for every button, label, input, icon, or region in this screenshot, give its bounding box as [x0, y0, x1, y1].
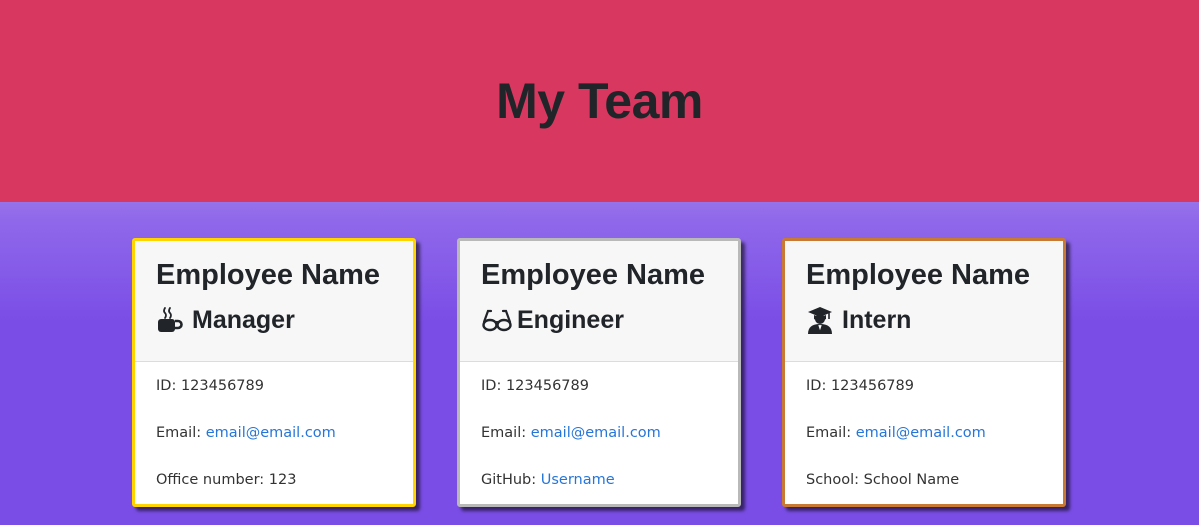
school-label: School:: [806, 472, 860, 488]
id-row: ID: 123456789: [806, 376, 1042, 423]
id-row: ID: 123456789: [481, 376, 717, 423]
engineer-card: Employee Name Engineer ID: 123456789 Ema…: [457, 238, 741, 507]
office-number-value: 123: [268, 472, 297, 488]
school-row: School: School Name: [806, 470, 1042, 504]
office-number-row: Office number: 123: [156, 470, 392, 504]
team-cards: Employee Name Manager ID: 123456789 Emai…: [0, 202, 1199, 525]
coffee-mug-icon: [156, 306, 184, 334]
role-line: Intern: [806, 303, 1042, 337]
intern-card: Employee Name Intern ID: 123456789 Email…: [782, 238, 1066, 507]
email-row: Email: email@email.com: [481, 423, 717, 470]
id-label: ID:: [806, 378, 827, 394]
card-header: Employee Name Engineer: [460, 241, 738, 362]
manager-card: Employee Name Manager ID: 123456789 Emai…: [132, 238, 416, 507]
email-row: Email: email@email.com: [156, 423, 392, 470]
id-value: 123456789: [830, 378, 914, 394]
role-line: Manager: [156, 303, 392, 337]
role-line: Engineer: [481, 303, 717, 337]
id-label: ID:: [481, 378, 502, 394]
email-link[interactable]: email@email.com: [206, 425, 336, 441]
graduate-icon: [806, 306, 834, 334]
office-number-label: Office number:: [156, 472, 265, 488]
card-body: ID: 123456789 Email: email@email.com Git…: [460, 362, 738, 504]
id-label: ID:: [156, 378, 177, 394]
id-value: 123456789: [180, 378, 264, 394]
github-link[interactable]: Username: [541, 472, 615, 488]
employee-role: Intern: [842, 305, 912, 334]
email-label: Email:: [156, 425, 202, 441]
glasses-icon: [481, 306, 512, 334]
employee-name: Employee Name: [156, 259, 381, 291]
email-row: Email: email@email.com: [806, 423, 1042, 470]
email-link[interactable]: email@email.com: [856, 425, 986, 441]
school-value: School Name: [863, 472, 960, 488]
employee-role: Manager: [192, 305, 295, 334]
card-header: Employee Name Manager: [135, 241, 413, 362]
email-label: Email:: [481, 425, 527, 441]
github-label: GitHub:: [481, 472, 537, 488]
id-value: 123456789: [505, 378, 589, 394]
email-label: Email:: [806, 425, 852, 441]
employee-name: Employee Name: [481, 259, 706, 291]
employee-name: Employee Name: [806, 259, 1031, 291]
id-row: ID: 123456789: [156, 376, 392, 423]
github-row: GitHub: Username: [481, 470, 717, 504]
card-body: ID: 123456789 Email: email@email.com Sch…: [785, 362, 1063, 504]
card-header: Employee Name Intern: [785, 241, 1063, 362]
card-body: ID: 123456789 Email: email@email.com Off…: [135, 362, 413, 504]
header-banner: My Team: [0, 0, 1199, 202]
employee-role: Engineer: [517, 305, 624, 334]
email-link[interactable]: email@email.com: [531, 425, 661, 441]
page-title: My Team: [496, 73, 703, 129]
